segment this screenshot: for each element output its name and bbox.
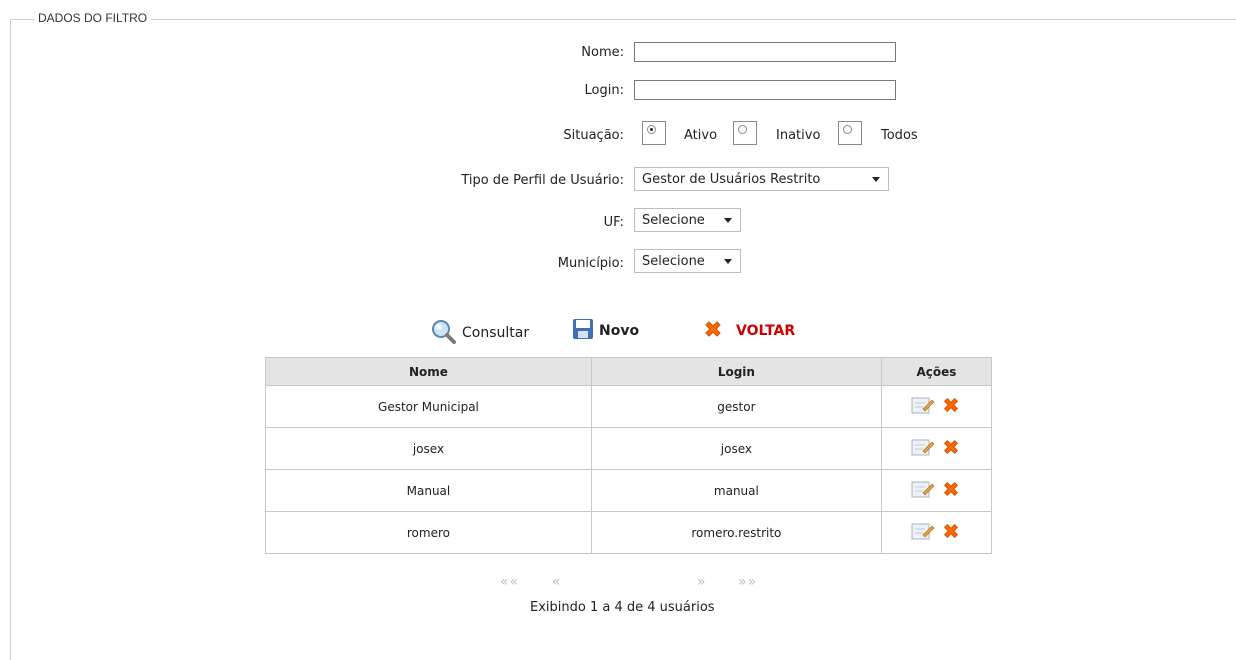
uf-label: UF:	[603, 215, 624, 230]
radio-inativo-label: Inativo	[776, 128, 821, 143]
tipo-perfil-value: Gestor de Usuários Restrito	[642, 172, 821, 187]
municipio-select[interactable]: Selecione	[634, 249, 741, 273]
chevron-down-icon	[872, 177, 880, 182]
table-row: Gestor Municipal gestor	[265, 385, 993, 428]
magnifier-icon	[430, 318, 456, 348]
radio-ativo[interactable]	[642, 121, 666, 145]
radio-ativo-label: Ativo	[684, 128, 718, 143]
radio-todos[interactable]	[838, 121, 862, 145]
edit-pencil-icon[interactable]	[911, 395, 935, 418]
cell-acoes	[880, 385, 993, 428]
uf-select[interactable]: Selecione	[634, 208, 741, 232]
delete-x-icon[interactable]	[941, 521, 961, 544]
red-x-icon	[702, 318, 724, 344]
cell-login: romero.restrito	[590, 511, 882, 554]
municipio-value: Selecione	[642, 254, 705, 269]
login-label: Login:	[584, 83, 624, 98]
edit-pencil-icon[interactable]	[911, 521, 935, 544]
tipo-perfil-select[interactable]: Gestor de Usuários Restrito	[634, 167, 889, 191]
radio-inativo[interactable]	[733, 121, 757, 145]
login-input[interactable]	[634, 80, 896, 100]
voltar-button[interactable]: VOLTAR	[702, 318, 795, 344]
pagination-status: Exibindo 1 a 4 de 4 usuários	[530, 600, 715, 615]
table-row: romero romero.restrito	[265, 511, 993, 554]
delete-x-icon[interactable]	[941, 437, 961, 460]
cell-nome: romero	[265, 511, 592, 554]
cell-acoes	[880, 511, 993, 554]
header-acoes: Ações	[880, 357, 993, 386]
nome-label: Nome:	[581, 45, 624, 60]
uf-value: Selecione	[642, 213, 705, 228]
delete-x-icon[interactable]	[941, 479, 961, 502]
radio-todos-label: Todos	[881, 128, 918, 143]
table-row: josex josex	[265, 427, 993, 470]
results-table: Nome Login Ações Gestor Municipal gestor…	[265, 357, 993, 554]
municipio-label: Município:	[557, 256, 624, 271]
prev-page-link[interactable]: «	[552, 574, 562, 590]
cell-login: gestor	[590, 385, 882, 428]
cell-nome: Gestor Municipal	[265, 385, 592, 428]
floppy-disk-icon	[572, 318, 594, 344]
chevron-down-icon	[724, 259, 732, 264]
voltar-label: VOLTAR	[736, 323, 796, 339]
tipo-perfil-label: Tipo de Perfil de Usuário:	[461, 173, 624, 188]
chevron-down-icon	[724, 218, 732, 223]
novo-button[interactable]: Novo	[572, 318, 639, 344]
fieldset-legend: DADOS DO FILTRO	[34, 11, 152, 25]
novo-label: Novo	[599, 323, 640, 339]
cell-acoes	[880, 427, 993, 470]
edit-pencil-icon[interactable]	[911, 437, 935, 460]
edit-pencil-icon[interactable]	[911, 479, 935, 502]
table-header-row: Nome Login Ações	[265, 357, 993, 386]
header-nome[interactable]: Nome	[265, 357, 592, 386]
consultar-label: Consultar	[462, 325, 530, 341]
cell-nome: josex	[265, 427, 592, 470]
situacao-label: Situação:	[563, 128, 624, 143]
cell-acoes	[880, 469, 993, 512]
consultar-button[interactable]: Consultar	[430, 318, 529, 348]
first-page-link[interactable]: ««	[500, 574, 519, 590]
table-row: Manual manual	[265, 469, 993, 512]
cell-login: josex	[590, 427, 882, 470]
next-page-link[interactable]: »	[697, 574, 707, 590]
cell-nome: Manual	[265, 469, 592, 512]
nome-input[interactable]	[634, 42, 896, 62]
header-login[interactable]: Login	[590, 357, 882, 386]
delete-x-icon[interactable]	[941, 395, 961, 418]
last-page-link[interactable]: »»	[738, 574, 757, 590]
cell-login: manual	[590, 469, 882, 512]
